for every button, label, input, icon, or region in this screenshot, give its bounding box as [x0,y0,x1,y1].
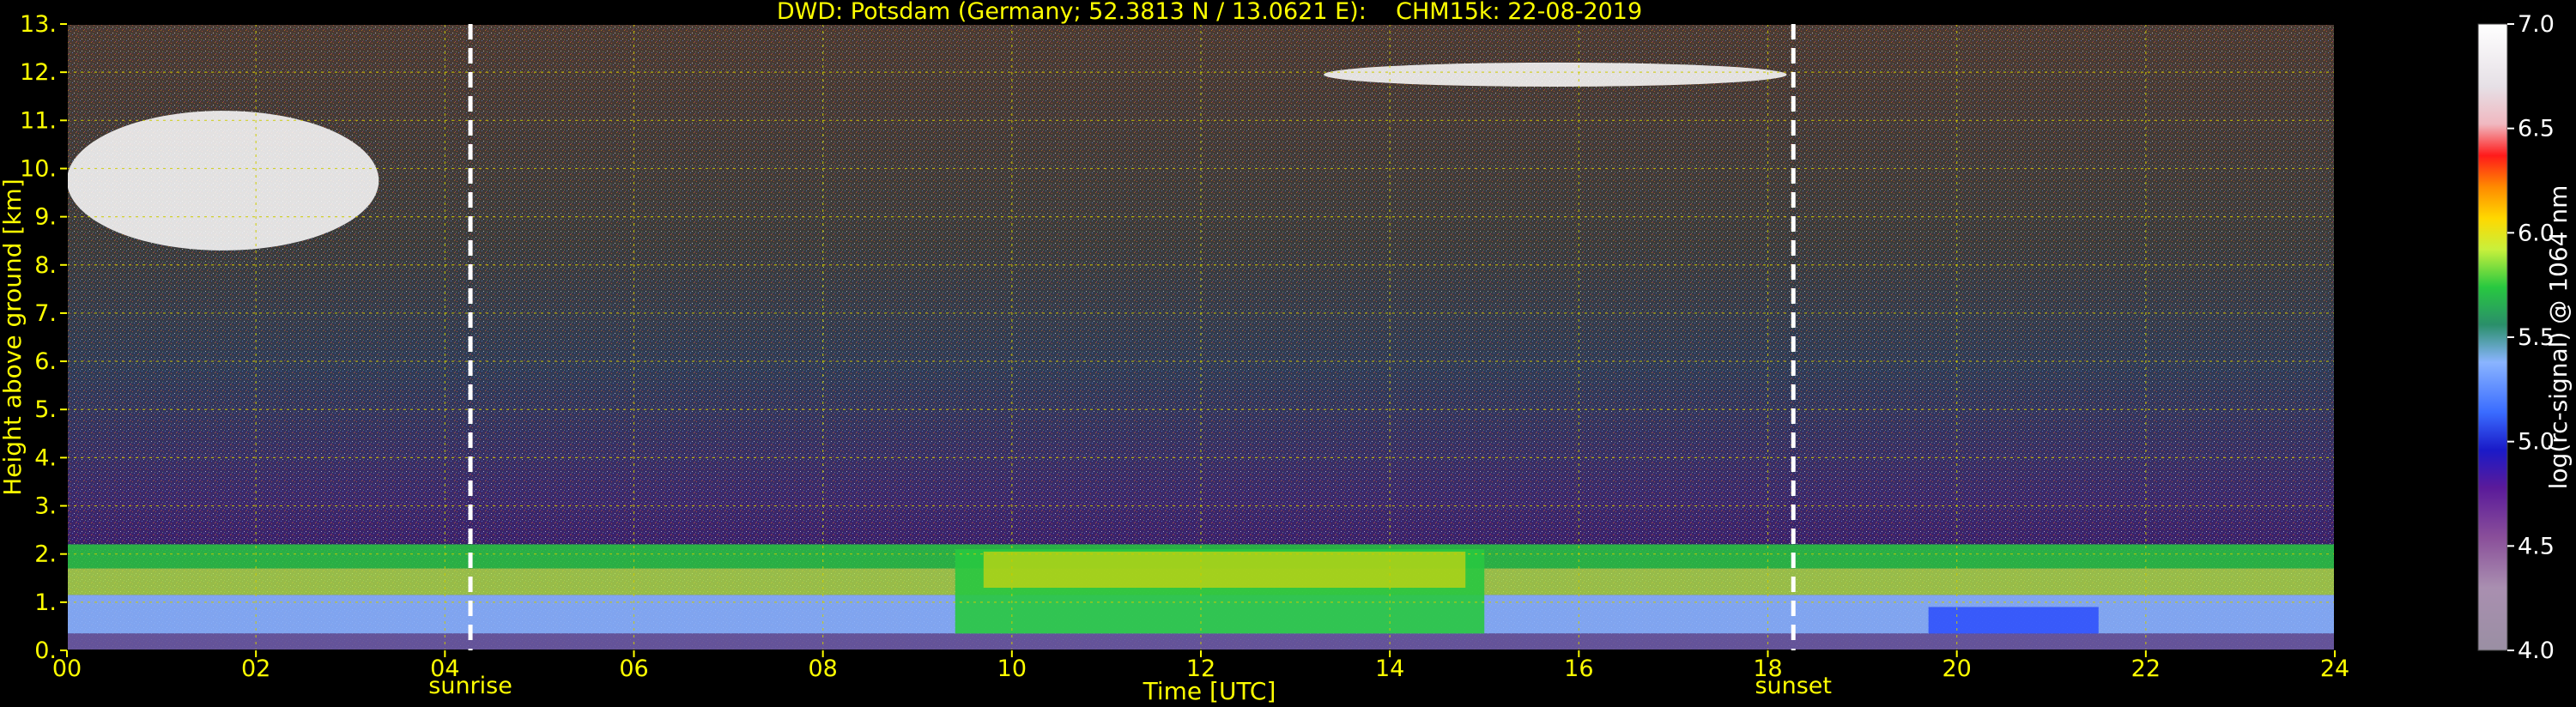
night-layer [1928,607,2099,634]
colorbar-tick-label: 4.0 [2518,638,2555,664]
y-tick-label: 11. [20,107,57,134]
y-tick-label: 1. [34,589,57,616]
colorbar-tick-label: 6.5 [2518,116,2555,142]
y-tick-label: 2. [34,541,57,568]
y-tick-label: 8. [34,252,57,279]
y-tick-label: 13. [20,11,57,38]
y-tick-label: 10. [20,155,57,182]
y-tick-label: 7. [34,300,57,327]
x-tick-label: 02 [241,656,270,682]
sunset-label: sunset [1755,673,1832,699]
colorbar-tick-label: 4.5 [2518,533,2555,559]
y-tick-label: 9. [34,204,57,231]
x-tick-label: 10 [997,656,1027,682]
convective-top [983,551,1466,588]
colorbar-label: log(rc-signal) @ 1064 nm [2544,185,2573,490]
colorbar [2477,23,2508,651]
x-tick-label: 22 [2131,656,2161,682]
x-tick-label: 20 [1942,656,1971,682]
x-tick-label: 06 [619,656,648,682]
y-tick-label: 5. [34,396,57,423]
y-tick-label: 4. [34,444,57,471]
x-tick-label: 14 [1375,656,1404,682]
lidar-chart: 00 02 04 06 08 10 12 14 16 18 20 22 240.1.2.3.4.5.6.… [0,0,2573,705]
chart-title: DWD: Potsdam (Germany; 52.3813 N / 13.06… [777,0,1642,25]
y-tick-label: 0. [34,638,57,664]
x-tick-label: 08 [808,656,837,682]
cirrus-cloud-2 [1324,62,1787,87]
x-tick-label: 16 [1564,656,1593,682]
y-tick-label: 6. [34,348,57,375]
y-tick-label: 3. [34,493,57,520]
sunrise-label: sunrise [428,673,512,699]
x-axis-label: Time [UTC] [1143,677,1276,705]
x-tick-label: 24 [2320,656,2349,682]
colorbar-tick-label: 7.0 [2518,11,2555,38]
cirrus-cloud-1 [67,111,379,251]
y-axis-label: Height above ground [km] [0,178,27,496]
y-tick-label: 12. [20,59,57,86]
